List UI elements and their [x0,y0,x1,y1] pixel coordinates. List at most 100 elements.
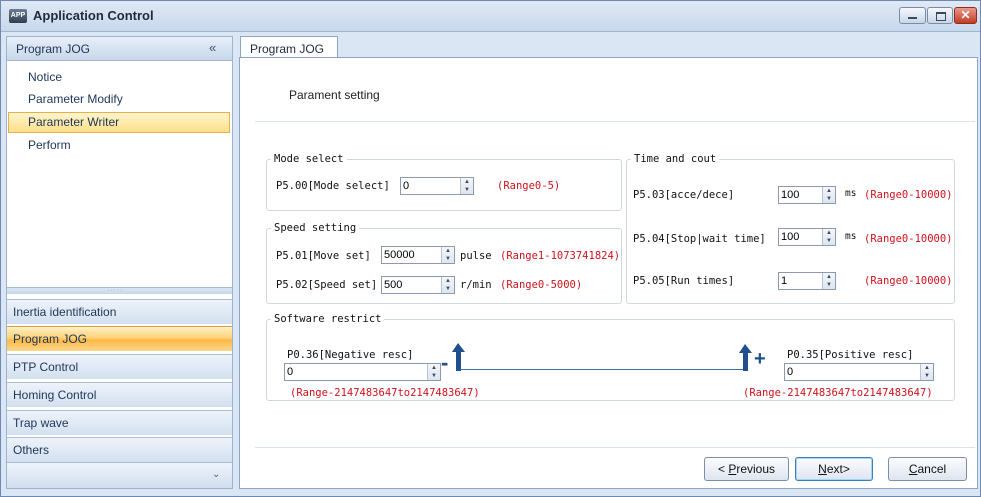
collapse-icon[interactable]: « [209,40,216,55]
close-button[interactable]: ✕ [954,7,977,24]
travel-range-line [460,369,743,370]
title-bar[interactable]: APP Application Control ✕ [1,1,980,32]
positive-resc-input[interactable] [787,365,917,379]
mode-select-stepper[interactable]: ▲▼ [400,177,474,195]
next-button[interactable]: Next> [795,457,873,481]
previous-label: revious [736,462,776,476]
move-set-stepper[interactable]: ▲▼ [381,246,455,264]
mode-select-label: P5.00[Mode select] [276,180,390,192]
run-times-label: P5.05[Run times] [633,275,735,287]
mode-select-legend: Mode select [274,153,344,165]
grip-icon: ····· [107,287,124,294]
previous-button[interactable]: < Previous [704,457,789,481]
acce-dece-stepper[interactable]: ▲▼ [778,186,836,204]
run-times-input[interactable] [781,274,821,288]
sidebar-item-label: Perform [28,138,71,152]
stepper-arrows[interactable]: ▲ ▼ [822,187,835,203]
chevron-down-icon[interactable]: ⌄ [212,469,220,480]
spin-up-icon[interactable]: ▲ [823,273,835,281]
sidebar-splitter[interactable]: ····· [7,287,232,294]
spin-up-icon[interactable]: ▲ [921,364,933,372]
stop-wait-time-unit: ms [845,231,857,242]
spin-down-icon[interactable]: ▼ [823,281,835,289]
run-times-stepper[interactable]: ▲▼ [778,272,836,290]
spin-down-icon[interactable]: ▼ [823,237,835,245]
stop-wait-time-range: (Range0-10000) [864,233,953,245]
maximize-icon [936,12,946,21]
maximize-button[interactable] [927,7,953,24]
move-set-label: P5.01[Move set] [276,250,371,262]
negative-resc-range: (Range-2147483647to2147483647) [290,387,480,399]
next-mnemonic: N [818,462,827,476]
page-title: Parament setting [289,88,380,102]
cancel-label: ancel [917,462,947,476]
tab-program-jog[interactable]: Program JOG [240,36,338,58]
sidebar-item-parameter-writer[interactable]: Parameter Writer [8,112,230,133]
plus-icon: + [754,348,766,370]
positive-resc-stepper[interactable]: ▲▼ [784,363,934,381]
move-set-input[interactable] [384,248,440,262]
stepper-arrows[interactable]: ▲ ▼ [460,178,473,194]
stepper-arrows[interactable]: ▲ ▼ [822,229,835,245]
spin-down-icon[interactable]: ▼ [428,372,440,380]
acce-dece-range: (Range0-10000) [864,189,953,201]
sidebar-header-label: Program JOG [16,42,91,56]
negative-resc-label: P0.36[Negative resc] [287,349,414,361]
group-label: Program JOG [13,332,88,346]
minimize-button[interactable] [899,7,926,24]
group-label: Trap wave [13,416,69,430]
spin-up-icon[interactable]: ▲ [823,229,835,237]
stop-wait-time-label: P5.04[Stop|wait time] [633,233,766,245]
time-and-count-legend: Time and cout [634,153,717,165]
speed-set-stepper[interactable]: ▲▼ [381,276,455,294]
group-homing-control[interactable]: Homing Control [7,382,232,407]
group-others[interactable]: Others [7,437,232,462]
group-program-jog[interactable]: Program JOG [7,326,232,351]
speed-set-input[interactable] [384,278,440,292]
spin-up-icon[interactable]: ▲ [428,364,440,372]
run-times-range: (Range0-10000) [864,275,953,287]
stepper-arrows[interactable]: ▲ ▼ [822,273,835,289]
spin-down-icon[interactable]: ▼ [461,186,473,194]
spin-up-icon[interactable]: ▲ [442,277,454,285]
group-ptp-control[interactable]: PTP Control [7,354,232,379]
spin-up-icon[interactable]: ▲ [823,187,835,195]
spin-down-icon[interactable]: ▼ [442,285,454,293]
sidebar-item-perform[interactable]: Perform [8,135,230,156]
group-label: PTP Control [13,360,79,374]
spin-down-icon[interactable]: ▼ [921,372,933,380]
acce-dece-input[interactable] [781,188,821,202]
stop-wait-time-input[interactable] [781,230,821,244]
stepper-arrows[interactable]: ▲ ▼ [920,364,933,380]
group-label: Inertia identification [13,305,117,319]
spin-up-icon[interactable]: ▲ [442,247,454,255]
spin-down-icon[interactable]: ▼ [823,195,835,203]
minus-icon: - [441,350,449,375]
close-icon: ✕ [960,8,971,22]
spin-up-icon[interactable]: ▲ [461,178,473,186]
stepper-arrows[interactable]: ▲ ▼ [427,364,440,380]
move-set-unit: pulse [460,250,492,262]
group-trap-wave[interactable]: Trap wave [7,410,232,435]
cancel-button[interactable]: Cancel [888,457,967,481]
mode-select-range: (Range0-5) [497,180,561,192]
sidebar-item-parameter-modify[interactable]: Parameter Modify [8,89,230,110]
positive-resc-label: P0.35[Positive resc] [787,349,914,361]
speed-set-label: P5.02[Speed set] [276,279,378,291]
stop-wait-time-stepper[interactable]: ▲▼ [778,228,836,246]
group-inertia-identification[interactable]: Inertia identification [7,299,232,324]
positive-resc-range: (Range-2147483647to2147483647) [743,387,933,399]
sidebar-footer: ⌄ [7,462,232,488]
sidebar-item-notice[interactable]: Notice [8,67,230,88]
mode-select-input[interactable] [403,179,459,193]
sidebar-item-label: Parameter Modify [28,92,123,106]
negative-resc-stepper[interactable]: ▲▼ [284,363,441,381]
negative-resc-input[interactable] [287,365,425,379]
spin-down-icon[interactable]: ▼ [442,255,454,263]
stepper-arrows[interactable]: ▲ ▼ [441,277,454,293]
group-label: Homing Control [13,388,97,402]
negative-limit-arrow-icon [452,343,465,371]
app-icon: APP [9,9,27,23]
acce-dece-unit: ms [845,188,857,199]
stepper-arrows[interactable]: ▲ ▼ [441,247,454,263]
